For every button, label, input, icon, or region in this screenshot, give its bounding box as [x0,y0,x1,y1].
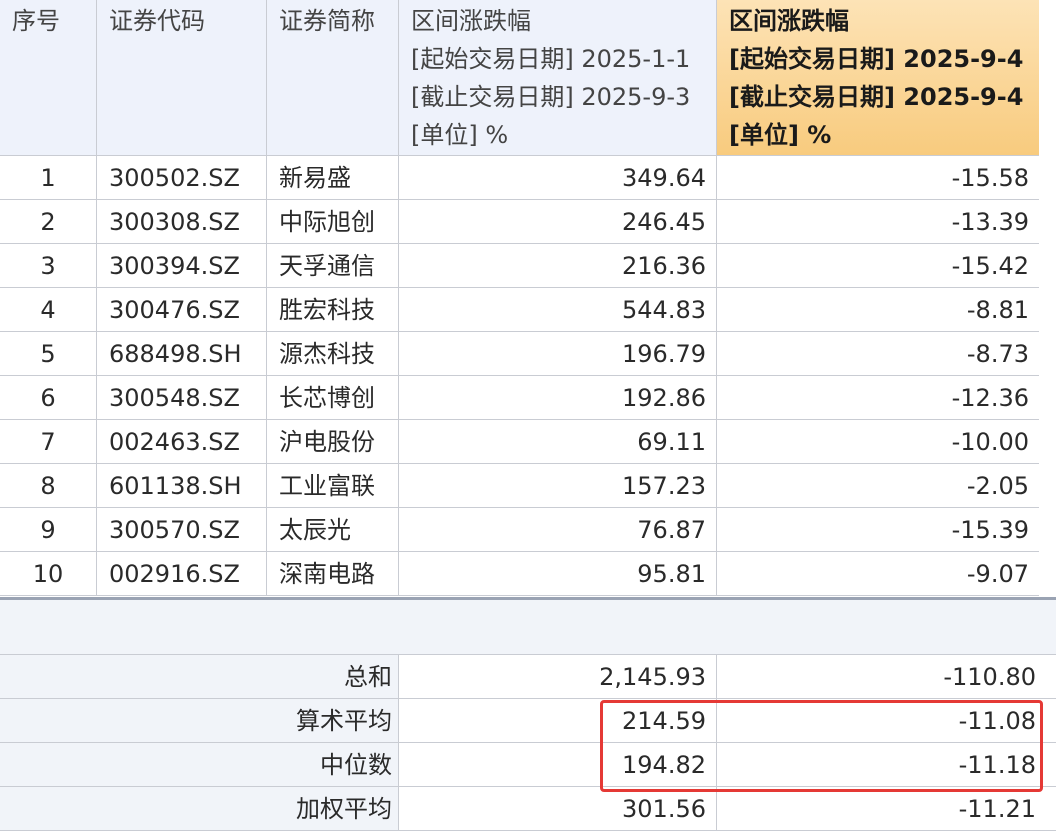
cell-change-2[interactable]: -10.00 [717,420,1039,464]
cell-change-1[interactable]: 349.64 [399,156,717,200]
cell-change-1[interactable]: 157.23 [399,464,717,508]
cell-seq[interactable]: 9 [0,508,97,552]
cell-code[interactable]: 300502.SZ [97,156,267,200]
cell-code[interactable]: 300476.SZ [97,288,267,332]
cell-code[interactable]: 002916.SZ [97,552,267,596]
cell-change-2[interactable]: -15.42 [717,244,1039,288]
header-code[interactable]: 证券代码 [97,0,267,156]
cell-change-2[interactable]: -2.05 [717,464,1039,508]
stats-table: 总和 2,145.93 -110.80 算术平均 214.59 -11.08 中… [0,655,1056,831]
stat-median-1[interactable]: 194.82 [399,743,717,787]
cell-code[interactable]: 002463.SZ [97,420,267,464]
cell-seq[interactable]: 8 [0,464,97,508]
cell-name[interactable]: 工业富联 [267,464,399,508]
header-name[interactable]: 证券简称 [267,0,399,156]
cell-name[interactable]: 长芯博创 [267,376,399,420]
header-start-date: [起始交易日期] 2025-9-4 [729,45,1024,73]
cell-seq[interactable]: 7 [0,420,97,464]
cell-code[interactable]: 601138.SH [97,464,267,508]
cell-change-1[interactable]: 544.83 [399,288,717,332]
cell-code[interactable]: 300308.SZ [97,200,267,244]
header-end-date: [截止交易日期] 2025-9-3 [411,83,691,111]
cell-change-1[interactable]: 95.81 [399,552,717,596]
cell-name[interactable]: 中际旭创 [267,200,399,244]
cell-name[interactable]: 新易盛 [267,156,399,200]
section-divider [0,597,1056,655]
cell-seq[interactable]: 10 [0,552,97,596]
stat-label-sum: 总和 [0,655,399,699]
stat-label-mean: 算术平均 [0,699,399,743]
cell-change-1[interactable]: 216.36 [399,244,717,288]
cell-change-2[interactable]: -9.07 [717,552,1039,596]
cell-change-2[interactable]: -15.58 [717,156,1039,200]
header-unit: [单位] % [729,121,832,149]
stat-sum-2[interactable]: -110.80 [717,655,1056,699]
cell-seq[interactable]: 5 [0,332,97,376]
cell-change-1[interactable]: 192.86 [399,376,717,420]
header-title: 区间涨跌幅 [729,7,849,35]
cell-change-1[interactable]: 76.87 [399,508,717,552]
stat-sum-1[interactable]: 2,145.93 [399,655,717,699]
cell-code[interactable]: 300548.SZ [97,376,267,420]
cell-code[interactable]: 300570.SZ [97,508,267,552]
stat-median-2[interactable]: -11.18 [717,743,1056,787]
stat-mean-1[interactable]: 214.59 [399,699,717,743]
header-unit: [单位] % [411,121,509,149]
cell-change-1[interactable]: 69.11 [399,420,717,464]
summary-section: 总和 2,145.93 -110.80 算术平均 214.59 -11.08 中… [0,597,1056,831]
cell-name[interactable]: 沪电股份 [267,420,399,464]
cell-seq[interactable]: 1 [0,156,97,200]
cell-seq[interactable]: 4 [0,288,97,332]
stat-weighted-2[interactable]: -11.21 [717,787,1056,831]
stat-mean-2[interactable]: -11.08 [717,699,1056,743]
cell-code[interactable]: 300394.SZ [97,244,267,288]
cell-name[interactable]: 源杰科技 [267,332,399,376]
cell-name[interactable]: 天孚通信 [267,244,399,288]
header-seq[interactable]: 序号 [0,0,97,156]
cell-seq[interactable]: 2 [0,200,97,244]
header-range-change-1[interactable]: 区间涨跌幅 [起始交易日期] 2025-1-1 [截止交易日期] 2025-9-… [399,0,717,156]
header-title: 区间涨跌幅 [411,7,531,35]
stat-label-median: 中位数 [0,743,399,787]
header-start-date: [起始交易日期] 2025-1-1 [411,45,691,73]
cell-name[interactable]: 胜宏科技 [267,288,399,332]
cell-name[interactable]: 太辰光 [267,508,399,552]
cell-name[interactable]: 深南电路 [267,552,399,596]
stat-weighted-1[interactable]: 301.56 [399,787,717,831]
cell-change-2[interactable]: -12.36 [717,376,1039,420]
cell-change-2[interactable]: -13.39 [717,200,1039,244]
cell-change-2[interactable]: -15.39 [717,508,1039,552]
header-end-date: [截止交易日期] 2025-9-4 [729,83,1024,111]
cell-change-2[interactable]: -8.73 [717,332,1039,376]
cell-code[interactable]: 688498.SH [97,332,267,376]
data-table: 序号 证券代码 证券简称 区间涨跌幅 [起始交易日期] 2025-1-1 [截止… [0,0,1056,596]
cell-change-1[interactable]: 196.79 [399,332,717,376]
cell-seq[interactable]: 3 [0,244,97,288]
cell-seq[interactable]: 6 [0,376,97,420]
cell-change-1[interactable]: 246.45 [399,200,717,244]
cell-change-2[interactable]: -8.81 [717,288,1039,332]
stat-label-weighted: 加权平均 [0,787,399,831]
header-range-change-2[interactable]: 区间涨跌幅 [起始交易日期] 2025-9-4 [截止交易日期] 2025-9-… [717,0,1039,156]
